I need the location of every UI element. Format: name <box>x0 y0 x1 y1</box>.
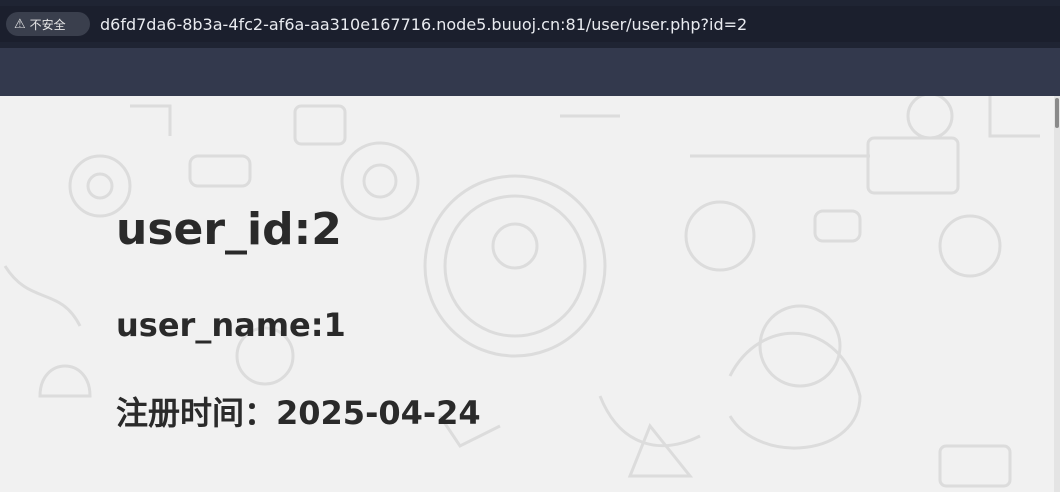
address-bar[interactable]: ⚠ 不安全 d6fd7da6-8b3a-4fc2-af6a-aa310e1677… <box>0 6 1060 42</box>
user-id-heading: user_id:2 <box>116 204 342 255</box>
security-label: 不安全 <box>29 17 66 32</box>
url-text[interactable]: d6fd7da6-8b3a-4fc2-af6a-aa310e167716.nod… <box>100 15 747 34</box>
page-scrollbar[interactable] <box>1054 96 1060 492</box>
register-time-heading: 注册时间：2025-04-24 <box>116 394 481 432</box>
scrollbar-thumb[interactable] <box>1055 98 1059 128</box>
browser-toolbar <box>0 48 1060 96</box>
page-content: user_id:2 user_name:1 注册时间：2025-04-24 <box>0 96 1060 492</box>
warning-icon: ⚠ <box>14 16 26 32</box>
security-indicator[interactable]: ⚠ 不安全 <box>6 12 90 36</box>
user-name-heading: user_name:1 <box>116 306 346 344</box>
